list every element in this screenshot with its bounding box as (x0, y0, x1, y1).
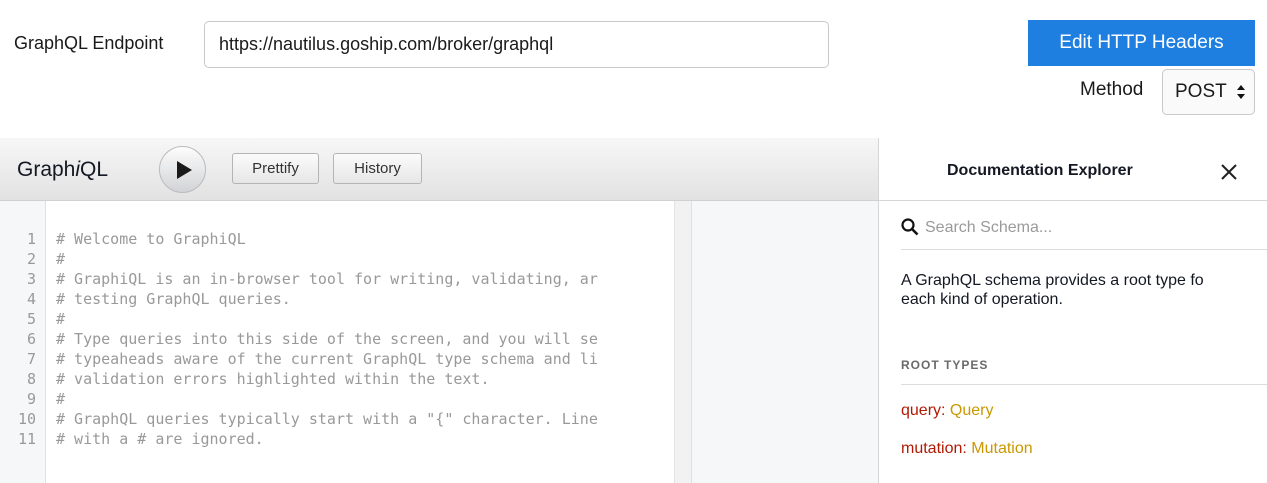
section-divider (901, 384, 1267, 385)
docs-header: Documentation Explorer (879, 138, 1267, 201)
code-line: 9 # (0, 390, 674, 410)
code-text: # (56, 390, 66, 408)
close-icon[interactable] (1219, 162, 1239, 182)
results-pane (691, 201, 878, 483)
line-number: 11 (17, 430, 36, 448)
edit-http-headers-button[interactable]: Edit HTTP Headers (1028, 20, 1255, 66)
root-field-name: query (901, 402, 942, 419)
line-number: 1 (26, 230, 36, 248)
code-text: # GraphQL queries typically start with a… (56, 410, 598, 428)
code-text: # validation errors highlighted within t… (56, 370, 490, 388)
code-line: 5 # (0, 310, 674, 330)
code-line: 2 # (0, 250, 674, 270)
code-line: 3 # GraphiQL is an in-browser tool for wr… (0, 270, 674, 290)
search-schema-input[interactable] (925, 215, 1255, 241)
code-text: # Welcome to GraphiQL (56, 230, 246, 248)
root-types-heading: ROOT TYPES (901, 358, 989, 372)
prettify-button[interactable]: Prettify (232, 153, 319, 184)
line-number: 3 (26, 270, 36, 288)
graphiql-toolbar: GraphiQL (0, 138, 878, 201)
history-button[interactable]: History (333, 153, 422, 184)
code-line: 11 # with a # are ignored. (0, 430, 674, 450)
line-number: 5 (26, 310, 36, 328)
play-icon (177, 161, 192, 179)
editor-scrollbar[interactable] (674, 201, 691, 483)
code-line: 7 # typeaheads aware of the current Graph… (0, 350, 674, 370)
schema-description: A GraphQL schema provides a root type fo… (901, 272, 1204, 308)
root-type-query: query: Query (901, 402, 994, 419)
code-text: # testing GraphQL queries. (56, 290, 291, 308)
search-underline (901, 249, 1267, 250)
docs-title: Documentation Explorer (947, 162, 1133, 179)
code-text: # (56, 310, 66, 328)
code-text: # (56, 250, 66, 268)
line-number: 8 (26, 370, 36, 388)
root-field-name: mutation (901, 440, 963, 457)
code-line: 8 # validation errors highlighted within … (0, 370, 674, 390)
graphiql-logo: GraphiQL (17, 158, 109, 181)
line-number: 7 (26, 350, 36, 368)
code-line: 1 # Welcome to GraphiQL (0, 230, 674, 250)
method-label: Method (1080, 79, 1144, 100)
root-type-mutation: mutation: Mutation (901, 440, 1033, 457)
code-line: 4 # testing GraphQL queries. (0, 290, 674, 310)
line-number: 6 (26, 330, 36, 348)
line-number: 4 (26, 290, 36, 308)
documentation-explorer: Documentation Explorer A GraphQL schema … (878, 138, 1267, 483)
code-text: # Type queries into this side of the scr… (56, 330, 598, 348)
line-number: 10 (17, 410, 36, 428)
endpoint-input[interactable] (204, 21, 829, 68)
root-type-link[interactable]: Mutation (971, 440, 1032, 457)
select-arrows-icon (1237, 85, 1245, 99)
code-text: # with a # are ignored. (56, 430, 264, 448)
code-line: 6 # Type queries into this side of the sc… (0, 330, 674, 350)
code-line: 10 # GraphQL queries typically start with… (0, 410, 674, 430)
code-text: # GraphiQL is an in-browser tool for wri… (56, 270, 598, 288)
method-value: POST (1175, 81, 1227, 102)
endpoint-label: GraphQL Endpoint (14, 33, 164, 53)
execute-query-button[interactable] (159, 146, 206, 193)
query-editor[interactable]: 1 # Welcome to GraphiQL 2 #3 # GraphiQL is a… (0, 201, 691, 483)
code-text: # typeaheads aware of the current GraphQ… (56, 350, 598, 368)
search-icon (901, 218, 919, 236)
line-number: 2 (26, 250, 36, 268)
method-select[interactable]: POST (1162, 69, 1255, 115)
root-type-link[interactable]: Query (950, 402, 994, 419)
line-number: 9 (26, 390, 36, 408)
